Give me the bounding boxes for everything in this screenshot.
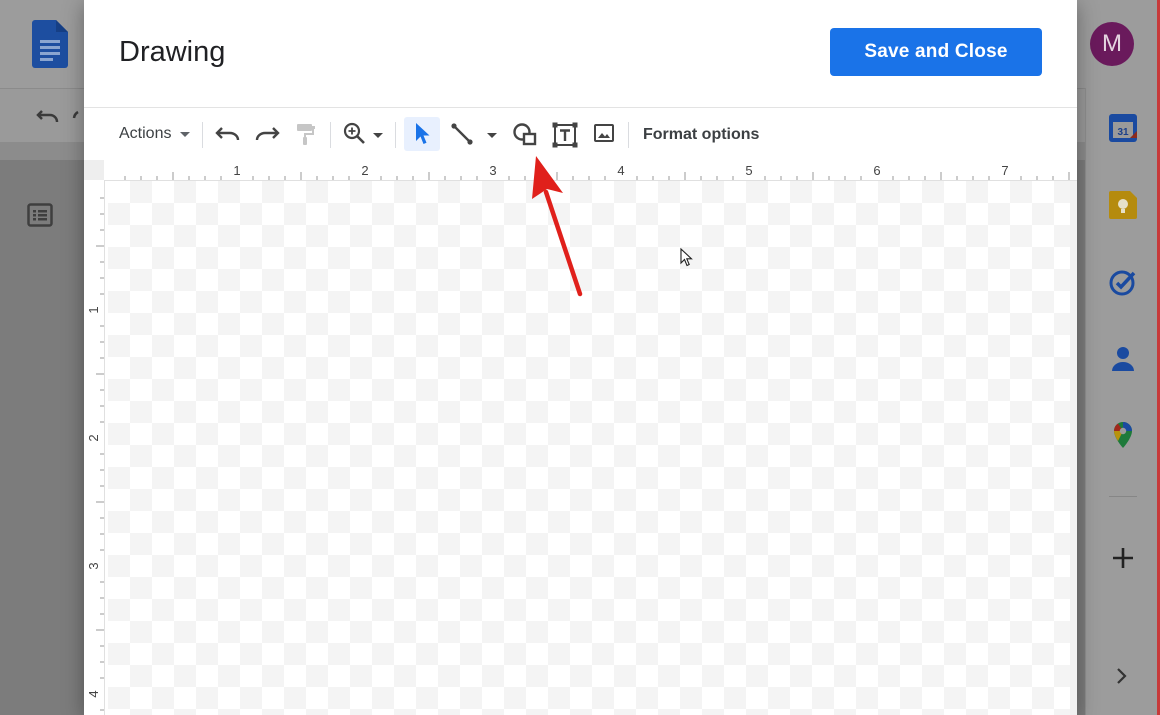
- paint-format-icon[interactable]: [295, 122, 317, 151]
- ruler-label: 2: [86, 434, 101, 441]
- toolbar-divider: [330, 122, 331, 148]
- canvas-scrollbar[interactable]: [1070, 181, 1077, 715]
- docs-undo-icon[interactable]: [36, 104, 84, 133]
- docs-logo-icon[interactable]: [32, 20, 68, 73]
- save-and-close-button[interactable]: Save and Close: [830, 28, 1042, 76]
- zoom-caret-icon[interactable]: [373, 133, 383, 138]
- horizontal-ruler[interactable]: 1 2 3 4 5 6 7: [104, 160, 1077, 181]
- calendar-day-label: 31: [1117, 127, 1129, 138]
- toolbar-divider: [202, 122, 203, 148]
- avatar[interactable]: M: [1090, 22, 1134, 66]
- redo-icon[interactable]: [254, 122, 280, 151]
- vertical-ruler[interactable]: 1 2 3 4: [84, 180, 105, 715]
- ruler-label: 1: [86, 306, 101, 313]
- line-icon[interactable]: [450, 122, 474, 151]
- keep-icon[interactable]: [1109, 191, 1137, 224]
- undo-icon[interactable]: [215, 122, 241, 151]
- image-icon[interactable]: [593, 122, 615, 149]
- ruler-label: 4: [86, 690, 101, 697]
- actions-caret-icon: [180, 132, 190, 137]
- ruler-label: 3: [489, 163, 496, 178]
- document-outline-icon[interactable]: [27, 203, 53, 232]
- ruler-label: 1: [233, 163, 240, 178]
- drawing-canvas[interactable]: [108, 181, 1070, 715]
- format-options-button[interactable]: Format options: [643, 125, 759, 145]
- drawing-toolbar: Actions Format options: [84, 108, 1077, 160]
- chevron-right-icon[interactable]: [1114, 667, 1130, 690]
- shape-icon[interactable]: [512, 122, 538, 151]
- ruler-label: 3: [86, 562, 101, 569]
- maps-icon[interactable]: [1109, 421, 1137, 454]
- zoom-icon[interactable]: [343, 122, 367, 151]
- calendar-icon[interactable]: 31: [1109, 114, 1137, 147]
- dialog-title: Drawing: [119, 36, 226, 68]
- ruler-label: 7: [1001, 163, 1008, 178]
- side-panel-divider: [1109, 496, 1137, 497]
- ruler-corner: [84, 160, 104, 180]
- toolbar-divider: [395, 122, 396, 148]
- ruler-label: 5: [745, 163, 752, 178]
- toolbar-divider: [628, 122, 629, 148]
- drawing-dialog: Drawing Save and Close Actions Format op…: [84, 0, 1077, 715]
- ruler-label: 6: [873, 163, 880, 178]
- ruler-label: 2: [361, 163, 368, 178]
- add-addon-icon[interactable]: [1110, 545, 1136, 576]
- line-caret-icon[interactable]: [487, 133, 497, 138]
- contacts-icon[interactable]: [1109, 345, 1137, 378]
- actions-menu[interactable]: Actions: [119, 124, 171, 144]
- text-box-icon[interactable]: [552, 122, 578, 153]
- tasks-icon[interactable]: [1109, 268, 1137, 301]
- side-panel: [1085, 88, 1160, 715]
- mouse-cursor-icon: [680, 247, 694, 273]
- ruler-label: 4: [617, 163, 624, 178]
- select-pointer-icon[interactable]: [414, 122, 432, 151]
